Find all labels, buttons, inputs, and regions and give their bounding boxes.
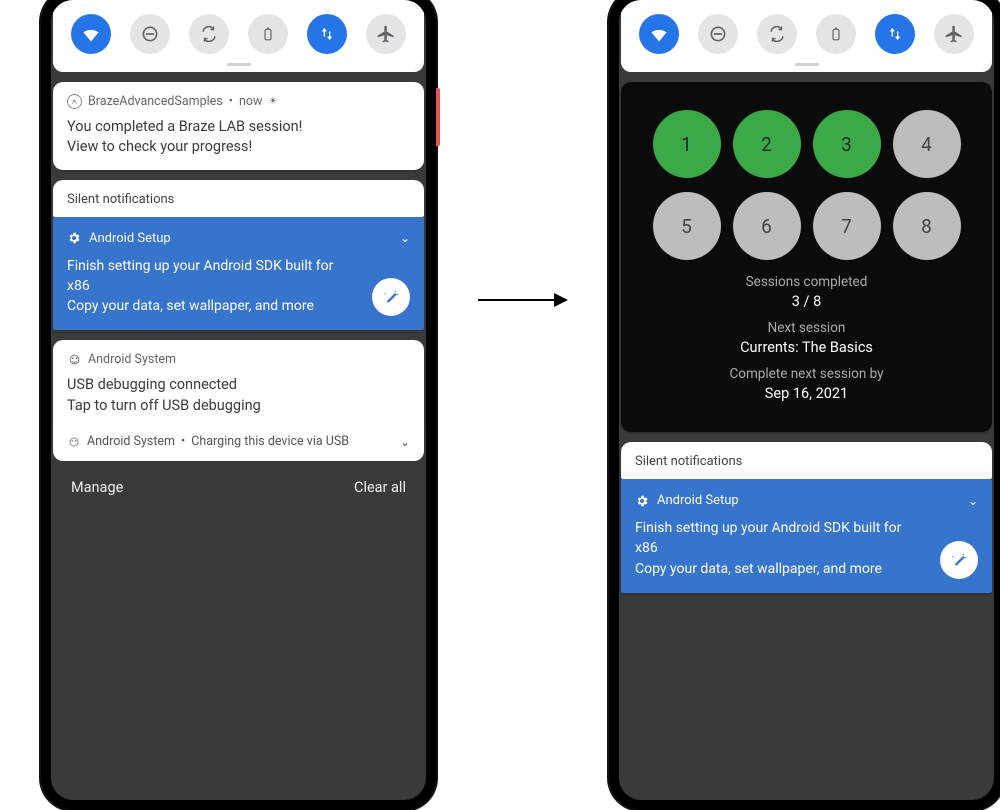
wifi-tile[interactable] <box>639 14 679 54</box>
silent-section-header: Silent notifications <box>621 442 992 479</box>
notif-header: ⍲ BrazeAdvancedSamples • now ☀ <box>67 94 410 109</box>
usb-line1: USB debugging connected <box>67 375 410 395</box>
phone-left: ⍲ BrazeAdvancedSamples • now ☀ You compl… <box>41 0 436 810</box>
qs-drag-handle[interactable] <box>227 63 251 66</box>
charging-app: Android System <box>87 434 175 449</box>
clear-all-button[interactable]: Clear all <box>354 479 406 496</box>
setup-line2: Copy your data, set wallpaper, and more <box>635 559 926 579</box>
setup-line1: Finish setting up your Android SDK built… <box>635 518 926 559</box>
phone-right: 1234 5678 Sessions completed 3 / 8 Next s… <box>609 0 1000 810</box>
session-bubble[interactable]: 2 <box>733 110 801 178</box>
qs-drag-handle[interactable] <box>795 63 819 66</box>
gear-icon <box>635 494 649 508</box>
screen-right: 1234 5678 Sessions completed 3 / 8 Next s… <box>619 0 994 800</box>
sessions-value: 3 / 8 <box>639 293 974 310</box>
airplane-tile[interactable] <box>934 14 974 54</box>
notif-line2: View to check your progress! <box>67 137 410 157</box>
notif-time: now <box>239 94 262 109</box>
silent-label: Silent notifications <box>635 454 978 469</box>
gear-icon <box>67 231 81 245</box>
transition-arrow <box>478 288 568 312</box>
due-value: Sep 16, 2021 <box>639 385 974 402</box>
session-bubble[interactable]: 7 <box>813 192 881 260</box>
bell-icon: ☀ <box>268 96 277 107</box>
session-bubble[interactable]: 1 <box>653 110 721 178</box>
setup-line2: Copy your data, set wallpaper, and more <box>67 296 358 316</box>
chevron-down-icon[interactable]: ⌄ <box>400 231 410 245</box>
next-value: Currents: The Basics <box>639 339 974 356</box>
session-bubble[interactable]: 6 <box>733 192 801 260</box>
dnd-tile[interactable] <box>698 14 738 54</box>
autorotate-tile[interactable] <box>189 14 229 54</box>
battery-tile[interactable] <box>248 14 288 54</box>
screen-left: ⍲ BrazeAdvancedSamples • now ☀ You compl… <box>51 0 426 800</box>
power-button <box>436 88 440 146</box>
quick-settings-panel <box>621 0 992 72</box>
usb-line2: Tap to turn off USB debugging <box>67 396 410 416</box>
notification-braze[interactable]: ⍲ BrazeAdvancedSamples • now ☀ You compl… <box>53 82 424 170</box>
manage-button[interactable]: Manage <box>71 479 123 496</box>
silent-label: Silent notifications <box>67 192 410 207</box>
wand-icon[interactable] <box>940 541 978 579</box>
app-name: BrazeAdvancedSamples <box>88 94 223 109</box>
session-bubbles: 1234 5678 <box>639 110 974 260</box>
session-bubble[interactable]: 5 <box>653 192 721 260</box>
sessions-label: Sessions completed <box>639 274 974 290</box>
notification-android-setup[interactable]: Android Setup ⌄ Finish setting up your A… <box>53 217 424 331</box>
chevron-down-icon[interactable]: ⌄ <box>400 435 410 449</box>
setup-app-name: Android Setup <box>657 493 739 508</box>
wifi-tile[interactable] <box>71 14 111 54</box>
usb-app-name: Android System <box>88 352 176 367</box>
session-bubble[interactable]: 4 <box>893 110 961 178</box>
android-icon <box>67 352 82 367</box>
chevron-down-icon[interactable]: ⌄ <box>968 494 978 508</box>
mobiledata-tile[interactable] <box>307 14 347 54</box>
session-progress-card[interactable]: 1234 5678 Sessions completed 3 / 8 Next s… <box>621 82 992 432</box>
android-icon <box>67 435 81 449</box>
dnd-tile[interactable] <box>130 14 170 54</box>
airplane-tile[interactable] <box>366 14 406 54</box>
app-icon: ⍲ <box>67 94 82 109</box>
charging-text: Charging this device via USB <box>191 434 349 449</box>
autorotate-tile[interactable] <box>757 14 797 54</box>
quick-settings-panel <box>53 0 424 72</box>
notif-header: Android System <box>67 352 410 367</box>
notification-usb-debug[interactable]: Android System USB debugging connected T… <box>53 340 424 428</box>
session-bubble[interactable]: 8 <box>893 192 961 260</box>
setup-line1: Finish setting up your Android SDK built… <box>67 256 358 297</box>
mobiledata-tile[interactable] <box>875 14 915 54</box>
notif-line1: You completed a Braze LAB session! <box>67 117 410 137</box>
notification-charging[interactable]: Android System • Charging this device vi… <box>53 422 424 461</box>
notification-android-setup[interactable]: Android Setup ⌄ Finish setting up your A… <box>621 479 992 593</box>
next-label: Next session <box>639 320 974 336</box>
notif-footer: Manage Clear all <box>53 471 424 508</box>
silent-section-header: Silent notifications <box>53 180 424 217</box>
battery-tile[interactable] <box>816 14 856 54</box>
session-bubble[interactable]: 3 <box>813 110 881 178</box>
due-label: Complete next session by <box>639 366 974 382</box>
setup-app-name: Android Setup <box>89 231 171 246</box>
